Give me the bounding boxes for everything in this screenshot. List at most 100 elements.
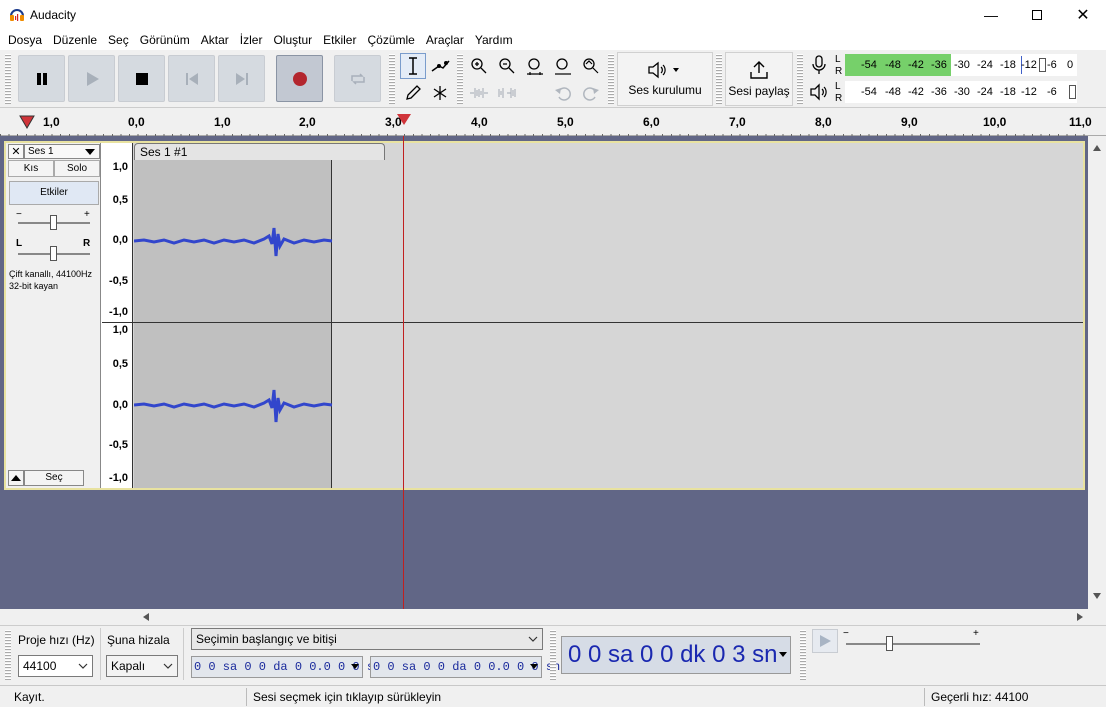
play-meter-l: L: [835, 81, 841, 92]
audio-setup-grip[interactable]: [608, 54, 614, 104]
menu-transport[interactable]: Aktar: [201, 30, 229, 50]
play-meter-r: R: [835, 93, 843, 104]
edit-grip[interactable]: [457, 54, 463, 104]
record-volume-thumb[interactable]: [1039, 58, 1046, 72]
fit-selection-button[interactable]: [522, 53, 548, 79]
play-volume-thumb[interactable]: [1069, 85, 1076, 99]
chevron-down-icon[interactable]: [351, 664, 359, 670]
redo-button[interactable]: [578, 80, 604, 106]
share-audio-button[interactable]: Sesi paylaş: [725, 52, 793, 106]
skip-to-end-button[interactable]: [218, 55, 265, 102]
speed-minus-label: −: [843, 628, 849, 639]
amplitude-scale[interactable]: 1,0 0,5 0,0 -0,5 -1,0 1,0 0,5 0,0 -0,5 -…: [101, 143, 133, 488]
minimize-button[interactable]: —: [968, 0, 1014, 30]
play-level-meter[interactable]: -54 -48 -42 -36 -30 -24 -18 -12 -6: [845, 81, 1077, 103]
audio-setup-button[interactable]: Ses kurulumu: [617, 52, 713, 106]
play-head-marker-icon[interactable]: [19, 115, 35, 129]
selection-tool[interactable]: [400, 53, 426, 79]
audio-clip[interactable]: [134, 160, 332, 488]
gain-plus-label: +: [84, 209, 90, 220]
selection-grip[interactable]: [5, 630, 11, 680]
zoom-toggle-button[interactable]: [578, 53, 604, 79]
gain-slider-thumb[interactable]: [50, 215, 57, 230]
collapse-track-button[interactable]: [8, 470, 24, 486]
stop-button[interactable]: [118, 55, 165, 102]
audio-position-time[interactable]: 0 0 sa 0 0 dk 0 3 sn: [561, 636, 791, 674]
zoom-in-button[interactable]: [466, 53, 492, 79]
skip-to-start-button[interactable]: [168, 55, 215, 102]
chevron-down-icon[interactable]: [530, 664, 538, 670]
solo-button[interactable]: Solo: [54, 160, 100, 177]
play-button[interactable]: [68, 55, 115, 102]
selection-end-time[interactable]: 0 0 sa 0 0 da 0 0.0 0 0 sn: [370, 656, 560, 678]
undo-button[interactable]: [550, 80, 576, 106]
track-close-button[interactable]: ✕: [8, 144, 24, 159]
record-level-meter[interactable]: -54 -48 -42 -36 -30 -24 -18 -12 -6 0: [845, 54, 1077, 76]
zoom-out-button[interactable]: [494, 53, 520, 79]
record-button[interactable]: [276, 55, 323, 102]
meter-grip[interactable]: [797, 54, 803, 104]
menu-analyze[interactable]: Çözümle: [367, 30, 414, 50]
select-track-button[interactable]: Seç: [24, 470, 84, 486]
loop-button[interactable]: [334, 55, 381, 102]
timeline-ruler[interactable]: 1,0 0,0 1,0 2,0 3,0 4,0 5,0 6,0 7,0 8,0 …: [0, 108, 1106, 136]
track-name: Ses 1: [28, 146, 54, 157]
menu-view[interactable]: Görünüm: [140, 30, 190, 50]
menu-select[interactable]: Seç: [108, 30, 129, 50]
scale-label: 0,5: [112, 194, 128, 206]
clip-name: Ses 1 #1: [140, 145, 188, 159]
scroll-right-icon[interactable]: [1076, 613, 1084, 621]
toolbar-grip[interactable]: [5, 54, 11, 104]
scroll-left-icon[interactable]: [142, 613, 150, 621]
effects-button[interactable]: Etkiler: [9, 181, 99, 205]
chevron-down-icon: [85, 149, 95, 155]
chevron-down-icon[interactable]: [779, 652, 787, 658]
play-at-speed-grip[interactable]: [800, 630, 806, 680]
play-icon: [820, 635, 831, 647]
draw-tool[interactable]: [400, 80, 426, 106]
multi-tool[interactable]: [427, 80, 453, 106]
track-menu-button[interactable]: Ses 1: [24, 144, 100, 159]
trim-outside-button[interactable]: [466, 80, 492, 106]
menu-tracks[interactable]: İzler: [240, 30, 263, 50]
scroll-down-icon[interactable]: [1093, 592, 1101, 600]
selection-start-time[interactable]: 0 0 sa 0 0 da 0 0.0 0 0 sn: [191, 656, 381, 678]
menu-effect[interactable]: Etkiler: [323, 30, 356, 50]
mute-button[interactable]: Kıs: [8, 160, 54, 177]
play-scale-tick: -30: [954, 86, 970, 98]
menu-generate[interactable]: Oluştur: [273, 30, 312, 50]
fit-project-button[interactable]: [550, 53, 576, 79]
project-rate-label: Proje hızı (Hz): [18, 633, 95, 647]
clip-header[interactable]: Ses 1 #1: [134, 143, 385, 160]
play-at-speed-button[interactable]: [812, 629, 838, 653]
scale-label: -1,0: [109, 306, 128, 318]
record-meter-button[interactable]: [809, 54, 831, 76]
menu-help[interactable]: Yardım: [475, 30, 513, 50]
tools-grip[interactable]: [389, 54, 395, 104]
vertical-scrollbar[interactable]: [1088, 136, 1106, 609]
close-button[interactable]: ✕: [1060, 0, 1106, 30]
snap-select[interactable]: Kapalı: [106, 655, 178, 677]
selection-mode-select[interactable]: Seçimin başlangıç ve bitişi: [191, 628, 543, 650]
pause-button[interactable]: [18, 55, 65, 102]
envelope-tool[interactable]: [427, 53, 453, 79]
project-rate-select[interactable]: 44100: [18, 655, 93, 677]
ruler-label: 5,0: [557, 115, 574, 129]
redo-icon: [583, 87, 599, 101]
speed-slider-thumb[interactable]: [886, 636, 893, 651]
horizontal-scrollbar[interactable]: [140, 609, 1090, 625]
record-scale-tick: -18: [1000, 59, 1016, 71]
share-grip[interactable]: [716, 54, 722, 104]
menu-file[interactable]: Dosya: [8, 30, 42, 50]
record-icon: [292, 71, 307, 86]
menu-edit[interactable]: Düzenle: [53, 30, 97, 50]
scroll-up-icon[interactable]: [1093, 144, 1101, 152]
time-grip[interactable]: [550, 630, 556, 680]
track-info-depth: 32-bit kayan: [9, 281, 59, 291]
pan-slider-thumb[interactable]: [50, 246, 57, 261]
status-separator: [246, 688, 247, 706]
play-meter-button[interactable]: [809, 81, 831, 103]
maximize-button[interactable]: [1014, 0, 1060, 30]
silence-button[interactable]: [494, 80, 520, 106]
menu-tools[interactable]: Araçlar: [426, 30, 464, 50]
